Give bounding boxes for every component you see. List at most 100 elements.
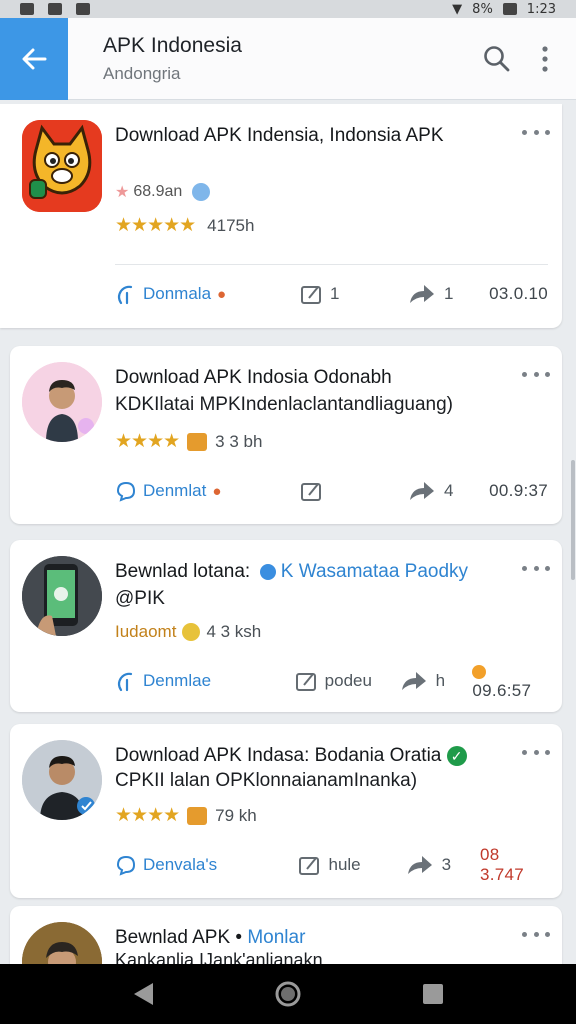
overflow-menu-button[interactable] <box>522 29 568 89</box>
rating-stars-icon: ★★★★ <box>115 431 180 452</box>
share-button[interactable]: h <box>400 670 473 692</box>
item-title[interactable]: Download APK Indosia Odonabh <box>115 364 502 391</box>
system-navigation-bar <box>0 964 576 1024</box>
info-badge-icon <box>192 183 211 201</box>
item-meta: ★ 68.9an <box>115 182 211 202</box>
item-actions: Denmlat ● 4 00.9:37 <box>115 476 548 506</box>
download-icon <box>117 672 133 692</box>
list-item[interactable]: Bewnlad lotana: K Wasamataa Paodky @PIK … <box>10 540 562 712</box>
share-count: 3 <box>441 855 452 874</box>
share-button[interactable]: 4 <box>408 480 483 502</box>
square-recents-icon <box>423 984 444 1004</box>
battery-icon <box>502 3 517 15</box>
comment-count: podeu <box>324 671 372 690</box>
mascot-icon <box>22 120 102 212</box>
more-options-button[interactable] <box>522 744 550 760</box>
comment-count: hule <box>328 855 361 874</box>
home-nav-button[interactable] <box>263 969 313 1019</box>
edit-icon <box>299 857 320 875</box>
system-indicators: ▼ 8% 1:23 <box>452 2 556 17</box>
share-button[interactable]: 3 <box>406 854 480 876</box>
item-title[interactable]: Bewnlad APK • Monlar <box>115 924 502 951</box>
comment-bubble-icon <box>116 855 136 876</box>
rating: ★★★★ 3 3 bh <box>115 430 262 453</box>
list-item[interactable]: Download APK Indosia Odonabh KDKIlatai M… <box>10 346 562 524</box>
list-item[interactable]: Bewnlad APK • Monlar Kankanlia IJank'anl… <box>10 906 562 964</box>
download-button[interactable]: Denvala's <box>115 854 298 876</box>
search-button[interactable] <box>472 29 522 89</box>
share-button[interactable]: 1 <box>408 283 483 305</box>
share-count: 4 <box>444 481 454 500</box>
page-subtitle: Andongria <box>103 63 181 83</box>
download-button[interactable]: Donmala ● <box>115 283 300 305</box>
comment-button[interactable]: hule <box>298 854 405 876</box>
notification-icons <box>20 3 90 15</box>
rating-text: Iudaomt <box>115 622 177 641</box>
item-subtitle: Kankanlia IJank'anlianakn <box>115 950 323 964</box>
recents-nav-button[interactable] <box>408 969 458 1019</box>
globe-icon <box>259 563 276 580</box>
item-title[interactable]: Download APK Indasa: Bodania Oratia ✓ <box>115 742 502 769</box>
more-options-button[interactable] <box>522 124 550 140</box>
app-bar: APK Indonesia Andongria <box>0 17 576 100</box>
clock: 1:23 <box>526 1 556 17</box>
back-button[interactable] <box>0 17 68 100</box>
more-vertical-icon <box>542 45 548 72</box>
timestamp: 03.0.10 <box>489 284 548 303</box>
comment-button[interactable]: 1 <box>300 283 408 305</box>
item-subtitle: KDKIlatai MPKIndenlaclantandliaguang) <box>115 394 453 415</box>
download-button[interactable]: Denmlat ● <box>115 480 300 502</box>
scrollbar[interactable] <box>571 460 575 580</box>
status-bar: ▼ 8% 1:23 <box>0 0 576 18</box>
post-list[interactable]: Download APK Indensia, Indonsia APK ★ 68… <box>0 104 576 964</box>
emoji-icon <box>472 664 487 679</box>
comment-count: 1 <box>330 284 340 303</box>
item-title-link[interactable]: Monlar <box>247 927 305 948</box>
list-item[interactable]: Download APK Indasa: Bodania Oratia ✓ CP… <box>10 724 562 898</box>
avatar <box>22 362 102 442</box>
item-title[interactable]: Bewnlad lotana: K Wasamataa Paodky <box>115 558 502 585</box>
more-options-button[interactable] <box>522 366 550 382</box>
calendar-badge-icon <box>187 432 208 451</box>
rating-value: 3 3 bh <box>215 431 263 451</box>
more-options-button[interactable] <box>522 926 550 942</box>
download-label: Denvala's <box>143 855 218 874</box>
back-nav-button[interactable] <box>118 969 168 1019</box>
person-avatar-icon <box>22 922 102 964</box>
app-bar-titles: APK Indonesia Andongria <box>103 34 472 84</box>
star-small-icon: ★ <box>115 184 130 201</box>
avatar <box>22 556 102 636</box>
person-avatar-icon <box>22 740 102 820</box>
item-actions: Denvala's hule 3 08 3.747 <box>115 845 548 884</box>
download-button[interactable]: Denmlae <box>115 670 295 692</box>
emoji-icon <box>182 623 201 641</box>
triangle-back-icon <box>133 983 153 1005</box>
comment-button[interactable] <box>300 480 408 502</box>
item-actions: Donmala ● 1 1 03.0.10 <box>115 279 548 309</box>
circle-home-icon <box>275 981 301 1007</box>
more-options-button[interactable] <box>522 560 550 576</box>
search-icon <box>484 45 510 71</box>
timestamp: 09.6:57 <box>472 661 548 701</box>
avatar <box>22 922 102 964</box>
rating-value: 4 3 ksh <box>206 622 262 641</box>
share-icon <box>410 285 434 303</box>
item-title-link[interactable]: K Wasamataa Paodky <box>281 561 468 582</box>
list-item[interactable]: Download APK Indensia, Indonsia APK ★ 68… <box>0 104 562 328</box>
edit-icon <box>301 286 321 304</box>
download-label: Denmlae <box>143 671 212 690</box>
rating-value: 79 kh <box>215 805 257 825</box>
notification-icon <box>48 3 62 15</box>
verified-icon: ✓ <box>446 745 467 766</box>
download-icon <box>117 285 133 305</box>
item-title[interactable]: Download APK Indensia, Indonsia APK <box>115 122 502 149</box>
edit-icon <box>295 673 316 691</box>
avatar <box>22 740 102 820</box>
comment-button[interactable]: podeu <box>295 670 400 692</box>
app-icon <box>22 120 102 212</box>
share-count: 1 <box>444 284 454 303</box>
signal-icon: ▼ <box>452 1 463 17</box>
share-icon <box>401 672 426 690</box>
arrow-left-icon <box>22 48 47 69</box>
item-subtitle: CPKII lalan OPKlonnaianamInanka) <box>115 770 418 791</box>
